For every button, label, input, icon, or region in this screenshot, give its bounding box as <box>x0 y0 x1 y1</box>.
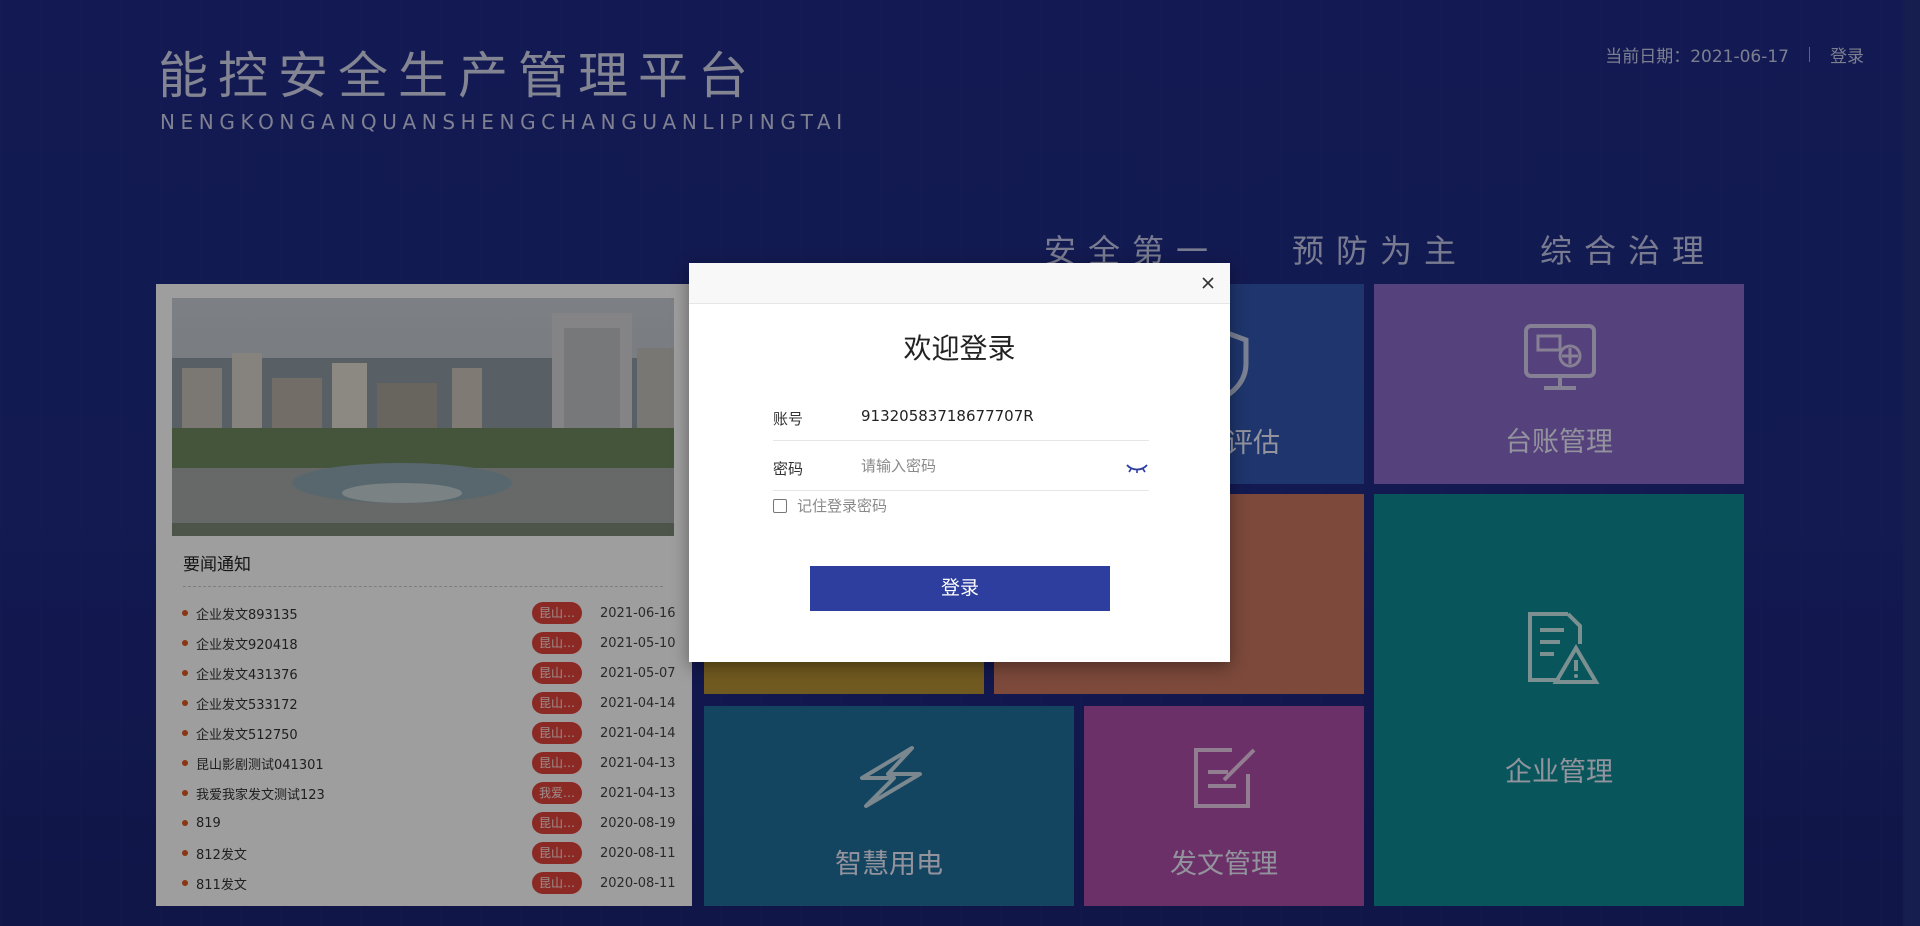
eye-closed-icon[interactable] <box>1125 460 1149 476</box>
password-label: 密码 <box>773 460 804 478</box>
modal-header <box>689 263 1230 304</box>
account-field: 账号 <box>773 391 1149 441</box>
login-modal: 欢迎登录 账号 密码 记住登录密码 登录 <box>689 263 1230 662</box>
remember-password[interactable]: 记住登录密码 <box>773 495 887 516</box>
remember-checkbox[interactable] <box>773 498 787 513</box>
modal-title: 欢迎登录 <box>903 332 1016 365</box>
account-label: 账号 <box>773 410 804 428</box>
account-input[interactable] <box>861 403 1111 429</box>
remember-label: 记住登录密码 <box>797 497 888 515</box>
login-button[interactable]: 登录 <box>810 566 1110 611</box>
password-input[interactable] <box>861 453 1111 479</box>
close-icon[interactable] <box>1200 275 1216 291</box>
password-field: 密码 <box>773 441 1149 491</box>
